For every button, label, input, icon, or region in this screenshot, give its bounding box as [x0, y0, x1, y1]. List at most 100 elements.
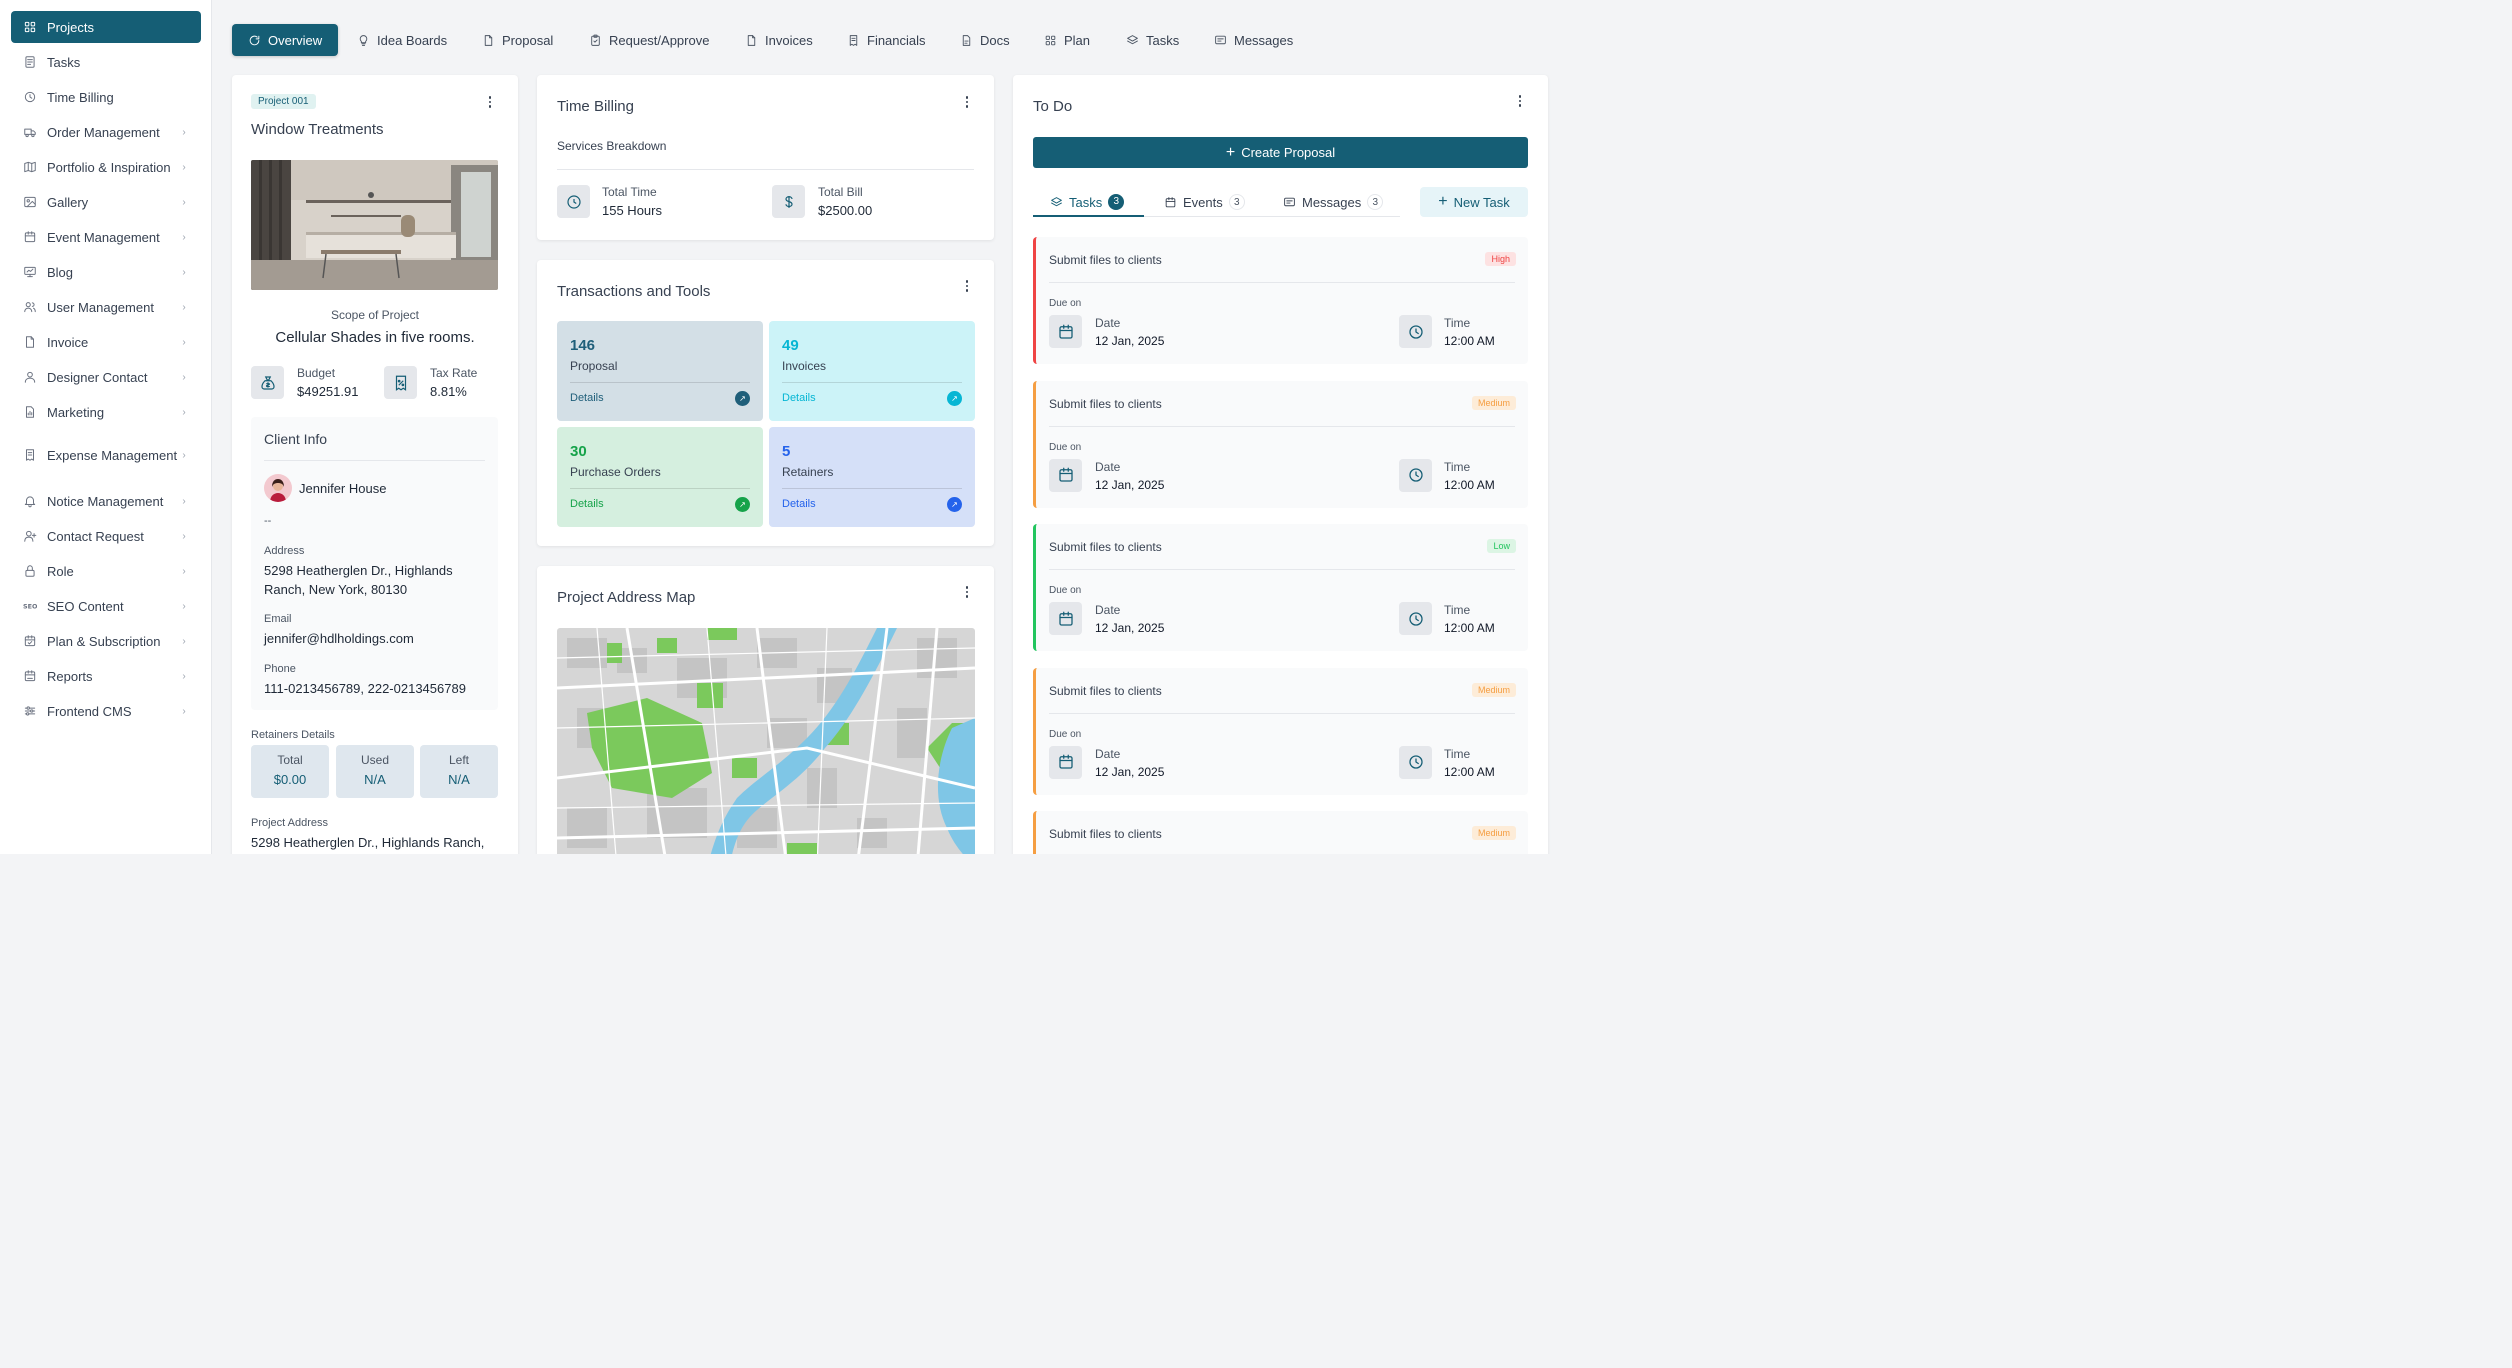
- tab-proposal[interactable]: Proposal: [482, 24, 553, 56]
- sidebar-item-tasks[interactable]: Tasks: [11, 46, 201, 78]
- time-billing-menu-icon[interactable]: [959, 94, 975, 110]
- chevron-right-icon: ›: [182, 161, 186, 173]
- tab-docs[interactable]: Docs: [960, 24, 1010, 56]
- tab-overview[interactable]: Overview: [232, 24, 339, 56]
- clock-icon: [1399, 602, 1432, 635]
- tab-idea-boards[interactable]: Idea Boards: [357, 24, 447, 56]
- sidebar: Projects Tasks Time Billing Order Managemen…: [0, 0, 212, 854]
- sidebar-item-blog[interactable]: Blog ›: [11, 256, 201, 288]
- create-proposal-button[interactable]: + Create Proposal: [1033, 137, 1528, 168]
- chart-file-icon: [23, 405, 37, 419]
- sidebar-item-order-management[interactable]: Order Management ›: [11, 116, 201, 148]
- due-label: Due on: [1049, 298, 1082, 309]
- sidebar-item-seo-content[interactable]: SEO SEO Content ›: [11, 590, 201, 622]
- plus-icon: +: [1225, 143, 1236, 161]
- arrow-up-right-icon[interactable]: ↗: [947, 497, 962, 512]
- project-address-value: 5298 Heatherglen Dr., Highlands Ranch,: [251, 835, 485, 850]
- client-info-panel: Client Info Jennifer House -- Address 52…: [251, 417, 498, 710]
- sidebar-item-event-management[interactable]: Event Management ›: [11, 221, 201, 253]
- time-value: 12:00 AM: [1444, 334, 1495, 348]
- sidebar-item-gallery[interactable]: Gallery ›: [11, 186, 201, 218]
- time-billing-title: Time Billing: [557, 98, 634, 115]
- tab-messages[interactable]: Messages: [1214, 24, 1293, 56]
- todo-item[interactable]: Submit files to clientsMediumDue onDate1…: [1033, 667, 1528, 795]
- todo-menu-icon[interactable]: [1512, 93, 1528, 109]
- project-menu-icon[interactable]: [482, 94, 498, 110]
- tab-plan[interactable]: Plan: [1044, 24, 1090, 56]
- todo-item[interactable]: Submit files to clientsMediumDue onDate1…: [1033, 380, 1528, 508]
- calendar-icon: [1049, 315, 1082, 348]
- sidebar-item-contact-request[interactable]: Contact Request ›: [11, 520, 201, 552]
- todo-tab-messages[interactable]: Messages 3: [1283, 194, 1384, 210]
- details-link[interactable]: Details: [782, 498, 816, 510]
- scope-label: Scope of Project: [330, 308, 420, 322]
- client-dash: --: [264, 515, 272, 527]
- retainers-label: Retainers Details: [251, 729, 335, 741]
- tab-tasks[interactable]: Tasks: [1126, 24, 1179, 56]
- sidebar-item-invoice[interactable]: Invoice ›: [11, 326, 201, 358]
- retainer-total-value: $0.00: [273, 772, 307, 787]
- sidebar-item-notice-management[interactable]: Notice Management ›: [11, 485, 201, 517]
- sidebar-item-label: Reports: [47, 668, 93, 684]
- arrow-up-right-icon[interactable]: ↗: [735, 497, 750, 512]
- arrow-up-right-icon[interactable]: ↗: [735, 391, 750, 406]
- project-address-map[interactable]: [557, 628, 975, 854]
- todo-tab-tasks[interactable]: Tasks 3: [1050, 194, 1125, 210]
- transactions-title: Transactions and Tools: [557, 283, 711, 300]
- address-label: Address: [264, 545, 305, 557]
- sidebar-item-designer-contact[interactable]: Designer Contact ›: [11, 361, 201, 393]
- sidebar-item-reports[interactable]: Reports ›: [11, 660, 201, 692]
- transactions-menu-icon[interactable]: [959, 278, 975, 294]
- todo-item[interactable]: Submit files to clients Low Due on Date 12 J…: [1033, 524, 1528, 651]
- chevron-right-icon: ›: [182, 449, 186, 461]
- message-icon: [1214, 34, 1227, 47]
- phone-value: 111-0213456789, 222-0213456789: [264, 681, 466, 696]
- divider: [557, 169, 974, 170]
- new-task-button[interactable]: + New Task: [1420, 187, 1528, 217]
- chevron-right-icon: ›: [182, 406, 186, 418]
- sidebar-item-label: Portfolio & Inspiration: [47, 159, 171, 175]
- file-icon: [745, 34, 758, 47]
- sidebar-item-user-management[interactable]: User Management ›: [11, 291, 201, 323]
- sidebar-item-marketing[interactable]: Marketing ›: [11, 396, 201, 428]
- map-menu-icon[interactable]: [959, 584, 975, 600]
- sidebar-item-frontend-cms[interactable]: Frontend CMS ›: [11, 695, 201, 727]
- time-value: 12:00 AM: [1444, 621, 1495, 635]
- divider: [264, 460, 485, 461]
- report-icon: [23, 669, 37, 683]
- divider: [570, 382, 750, 383]
- sidebar-item-plan-subscription[interactable]: Plan & Subscription ›: [11, 625, 201, 657]
- sidebar-item-label: Invoice: [47, 334, 89, 350]
- tab-invoices[interactable]: Invoices: [745, 24, 813, 56]
- details-link[interactable]: Details: [570, 392, 604, 404]
- sidebar-item-time-billing[interactable]: Time Billing: [11, 81, 201, 113]
- sliders-icon: [23, 704, 37, 718]
- details-link[interactable]: Details: [570, 498, 604, 510]
- sidebar-item-expense-management[interactable]: Expense Management ›: [11, 431, 201, 479]
- todo-item[interactable]: Submit files to clients High Due on Date 12 …: [1033, 237, 1528, 364]
- divider: [782, 382, 962, 383]
- time-billing-card: Time Billing Services Breakdown Total Ti…: [537, 75, 994, 240]
- map-title: Project Address Map: [557, 589, 696, 606]
- tile-invoices: 49 Invoices Details ↗: [769, 321, 975, 421]
- sidebar-item-role[interactable]: Role ›: [11, 555, 201, 587]
- details-link[interactable]: Details: [782, 392, 816, 404]
- todo-tab-events[interactable]: Events 3: [1164, 194, 1245, 210]
- tile-count: 5: [782, 443, 791, 460]
- tile-count: 30: [570, 443, 587, 460]
- sidebar-item-portfolio-inspiration[interactable]: Portfolio & Inspiration ›: [11, 151, 201, 183]
- tab-label: Overview: [268, 32, 323, 48]
- arrow-up-right-icon[interactable]: ↗: [947, 391, 962, 406]
- todo-item[interactable]: Submit files to clientsMediumDue onDate1…: [1033, 811, 1528, 854]
- due-label: Due on: [1049, 585, 1082, 596]
- tab-financials[interactable]: Financials: [847, 24, 926, 56]
- project-title: Window Treatments: [251, 121, 384, 138]
- total-time-label: Total Time: [602, 185, 657, 199]
- date-value: 12 Jan, 2025: [1095, 334, 1165, 348]
- date-value: 12 Jan, 2025: [1095, 764, 1165, 779]
- refresh-icon: [248, 34, 261, 47]
- sidebar-item-projects[interactable]: Projects: [11, 11, 201, 43]
- tab-request-approve[interactable]: Request/Approve: [589, 24, 709, 56]
- total-time-value: 155 Hours: [602, 203, 662, 218]
- sidebar-item-label: Expense Management: [47, 447, 178, 463]
